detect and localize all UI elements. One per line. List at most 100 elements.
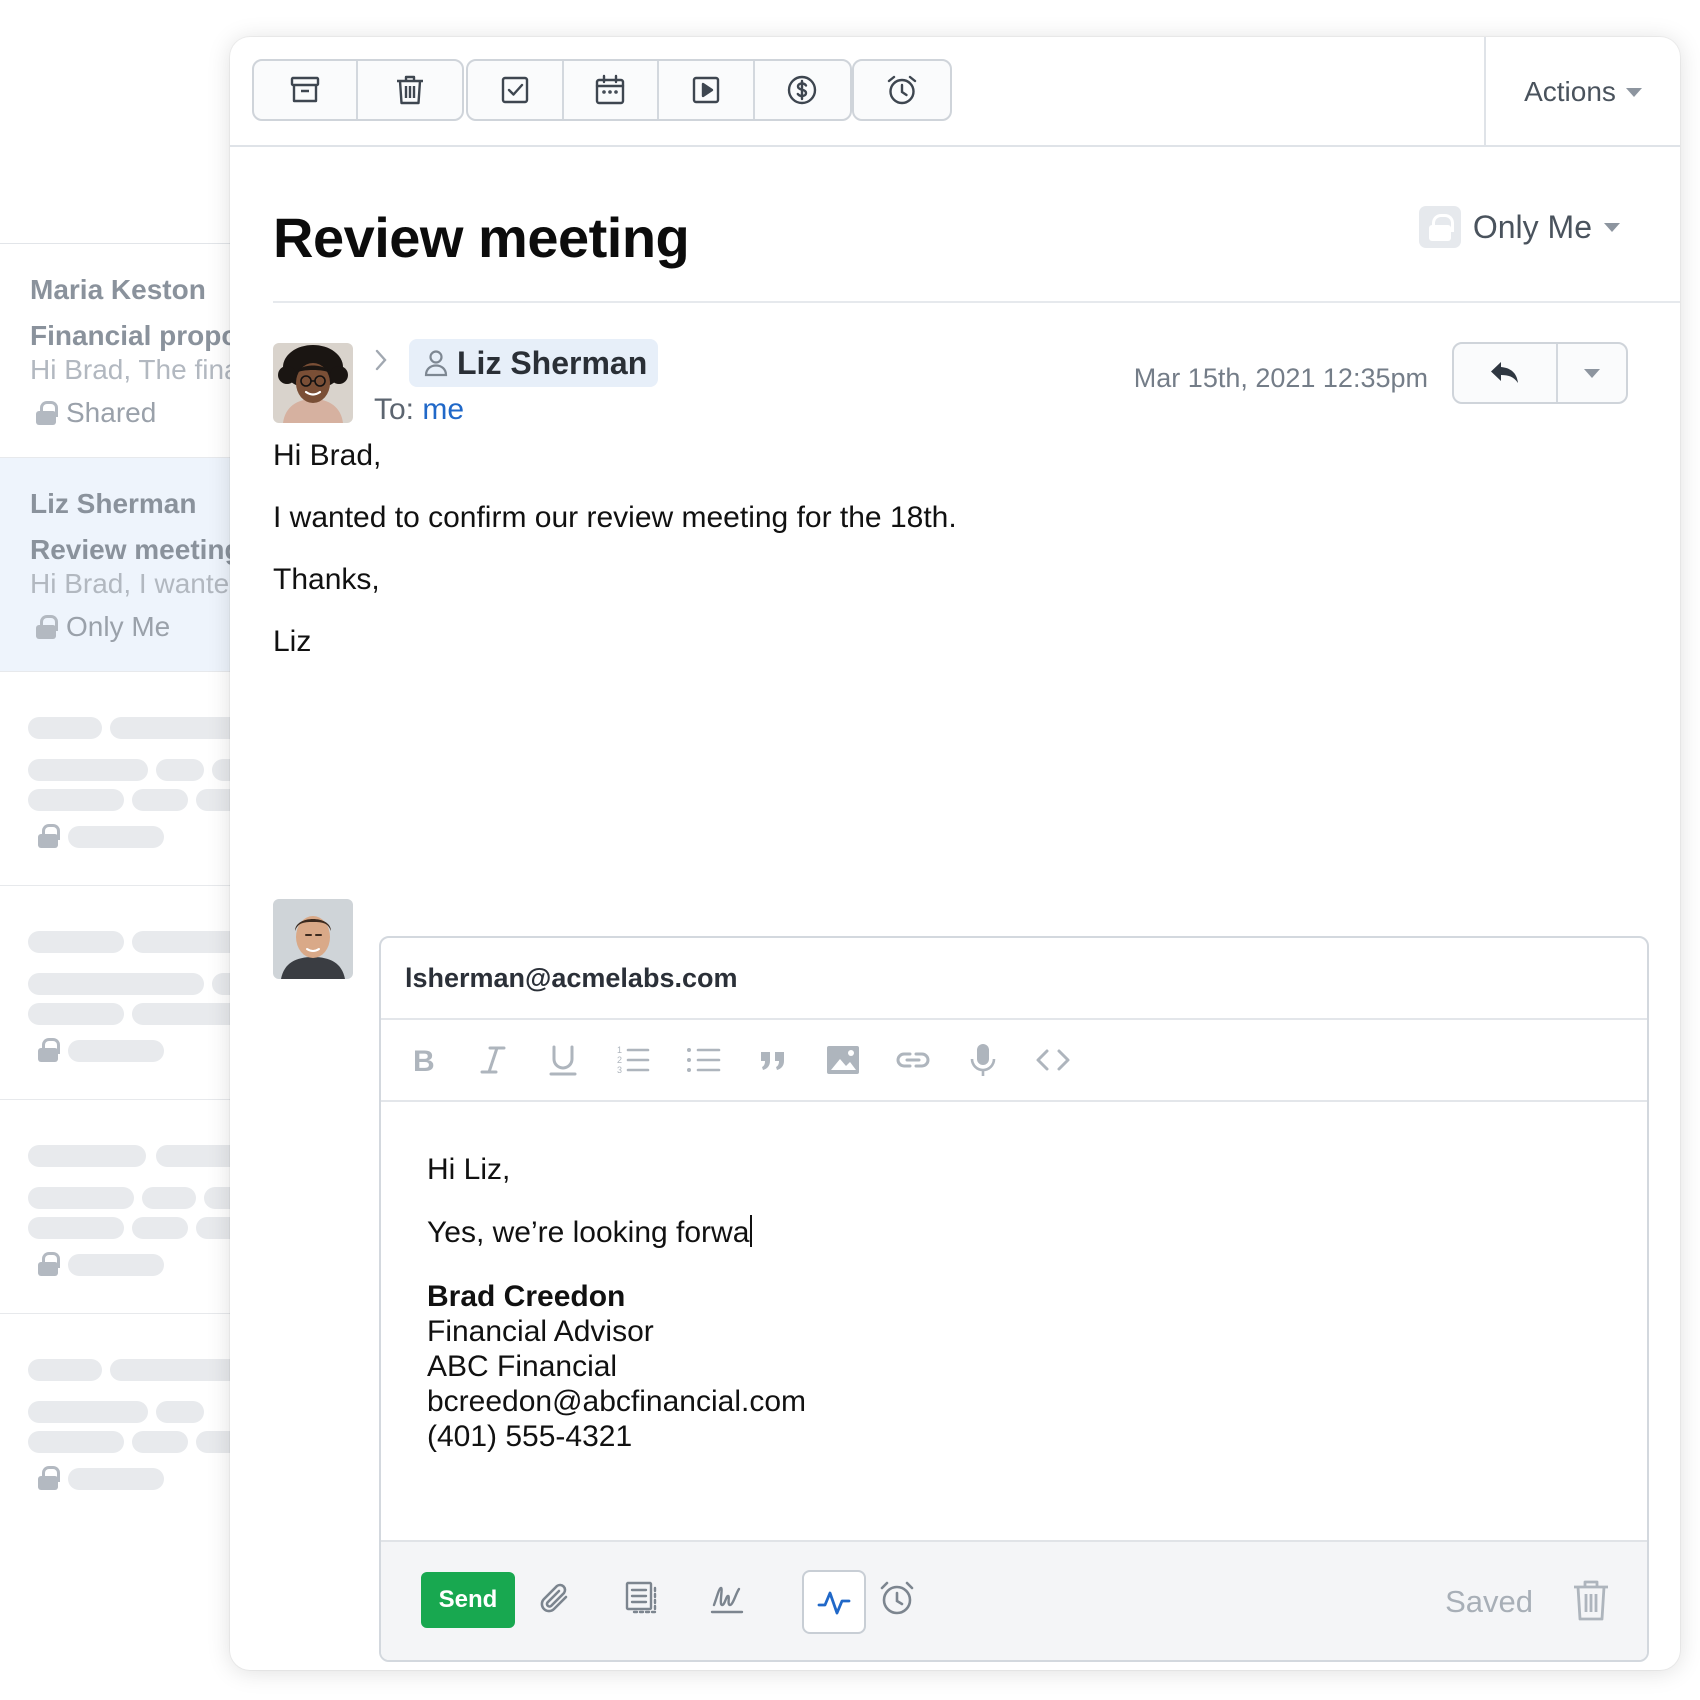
toolbar: Actions: [230, 37, 1680, 147]
chevron-right-icon[interactable]: [373, 347, 389, 380]
share-label: Only Me: [66, 611, 171, 642]
archive-icon: [290, 76, 320, 103]
actions-menu[interactable]: Actions: [1484, 37, 1680, 147]
template-icon: [625, 1581, 657, 1614]
composer-actions: Send Saved: [381, 1540, 1647, 1660]
reply-icon: [1491, 362, 1518, 383]
sender-chip[interactable]: Liz Sherman: [409, 339, 659, 387]
list-item-sender: Liz Sherman: [30, 488, 197, 519]
code-icon: [1036, 1049, 1070, 1071]
signature-button[interactable]: [705, 1576, 749, 1620]
insert-link-button[interactable]: [893, 1040, 933, 1080]
email-title: Review meeting: [273, 206, 690, 269]
actions-label: Actions: [1524, 76, 1616, 107]
signature-phone: (401) 555-4321: [427, 1420, 633, 1453]
bullet-list-icon: [687, 1048, 721, 1072]
toolbar-group-remind: [852, 59, 952, 121]
send-later-button[interactable]: [875, 1576, 919, 1620]
list-item-placeholder: [0, 672, 240, 886]
send-button[interactable]: Send: [421, 1572, 515, 1628]
list-item-placeholder: [0, 1100, 240, 1314]
tracking-toggle[interactable]: [802, 1570, 866, 1634]
to-label: To:: [374, 393, 415, 426]
insert-image-button[interactable]: [823, 1040, 863, 1080]
list-item-subject: Financial proposal: [30, 320, 240, 351]
lock-icon: [38, 1466, 60, 1490]
bold-button[interactable]: B: [403, 1040, 443, 1080]
body-closing: Thanks,: [273, 563, 380, 596]
add-task-button[interactable]: [468, 61, 564, 119]
list-item-snippet: Hi Brad, The financial: [30, 354, 240, 385]
numbered-list-icon: 1 2 3: [617, 1045, 650, 1075]
body-paragraph: I wanted to confirm our review meeting f…: [273, 501, 957, 534]
dictation-button[interactable]: [963, 1040, 1003, 1080]
list-item-placeholder: [0, 886, 240, 1100]
signature-company: ABC Financial: [427, 1350, 618, 1383]
link-icon: [896, 1052, 930, 1068]
privacy-selector[interactable]: Only Me: [1418, 205, 1620, 249]
sender-name: Liz Sherman: [457, 344, 648, 381]
sender-avatar[interactable]: [273, 343, 353, 423]
toolbar-group-create: [466, 59, 852, 121]
reply-composer: lsherman@acmelabs.com B 1 2 3 Hi Liz, Ye…: [379, 936, 1649, 1662]
signature-icon: [710, 1586, 744, 1614]
reply-options-button[interactable]: [1558, 344, 1626, 402]
underline-button[interactable]: [543, 1040, 583, 1080]
user-avatar[interactable]: [273, 899, 353, 979]
caret-down-icon: [1604, 222, 1620, 232]
task-icon: [501, 76, 528, 104]
list-item-sender: Maria Keston: [30, 274, 206, 305]
list-item-share: Only Me: [36, 611, 171, 642]
list-item-placeholder: [0, 1314, 240, 1528]
share-label: Shared: [66, 397, 157, 428]
signature-email: bcreedon@abcfinancial.com: [427, 1385, 806, 1418]
image-icon: [827, 1046, 859, 1074]
message-editor[interactable]: Hi Liz, Yes, we’re looking forwa Brad Cr…: [381, 1102, 1647, 1542]
draft-status: Saved: [1445, 1584, 1533, 1619]
recipient-line: To: me: [374, 393, 464, 427]
svg-text:2: 2: [617, 1055, 622, 1065]
list-item-subject: Review meeting: [30, 534, 240, 565]
archive-button[interactable]: [254, 61, 358, 119]
code-view-button[interactable]: [1033, 1040, 1073, 1080]
body-greeting: Hi Brad,: [273, 439, 382, 472]
divider: [273, 301, 1680, 303]
draft-greeting: Hi Liz,: [427, 1153, 511, 1186]
recipient-link[interactable]: me: [422, 393, 464, 426]
italic-icon: [480, 1046, 506, 1074]
list-item[interactable]: Maria Keston Financial proposal Hi Brad,…: [0, 244, 240, 458]
quote-button[interactable]: [753, 1040, 793, 1080]
lock-icon: [38, 1038, 60, 1062]
delete-button[interactable]: [358, 61, 462, 119]
alarm-icon: [887, 75, 917, 105]
list-item-selected[interactable]: Liz Sherman Review meeting Hi Brad, I wa…: [0, 458, 240, 672]
caret-down-icon: [1584, 368, 1600, 378]
add-video-button[interactable]: [659, 61, 755, 119]
alarm-icon: [880, 1581, 914, 1615]
signature-name: Brad Creedon: [427, 1280, 626, 1313]
microphone-icon: [970, 1044, 996, 1076]
italic-button[interactable]: [473, 1040, 513, 1080]
email-date: Mar 15th, 2021 12:35pm: [1133, 363, 1428, 393]
template-button[interactable]: [619, 1576, 663, 1620]
to-field[interactable]: lsherman@acmelabs.com: [381, 938, 1647, 1020]
discard-draft-button[interactable]: [1571, 1578, 1611, 1622]
person-icon: [424, 350, 448, 377]
paperclip-icon: [540, 1583, 568, 1613]
lock-icon: [38, 824, 60, 848]
reply-button-group: [1452, 342, 1628, 404]
email-list: Maria Keston Financial proposal Hi Brad,…: [0, 243, 240, 1490]
bold-icon: B: [413, 1045, 435, 1078]
bullet-list-button[interactable]: [683, 1040, 723, 1080]
reply-button[interactable]: [1454, 344, 1558, 402]
attach-button[interactable]: [533, 1576, 577, 1620]
signature-role: Financial Advisor: [427, 1315, 654, 1348]
draft-text: Yes, we’re looking forwa: [427, 1216, 750, 1249]
email-viewer: Actions Review meeting Only Me Liz Sherm…: [230, 37, 1680, 1670]
numbered-list-button[interactable]: 1 2 3: [613, 1040, 653, 1080]
add-event-button[interactable]: [564, 61, 660, 119]
add-deal-button[interactable]: [755, 61, 850, 119]
toolbar-group-manage: [252, 59, 464, 121]
svg-text:1: 1: [617, 1045, 622, 1055]
remind-button[interactable]: [854, 61, 950, 119]
